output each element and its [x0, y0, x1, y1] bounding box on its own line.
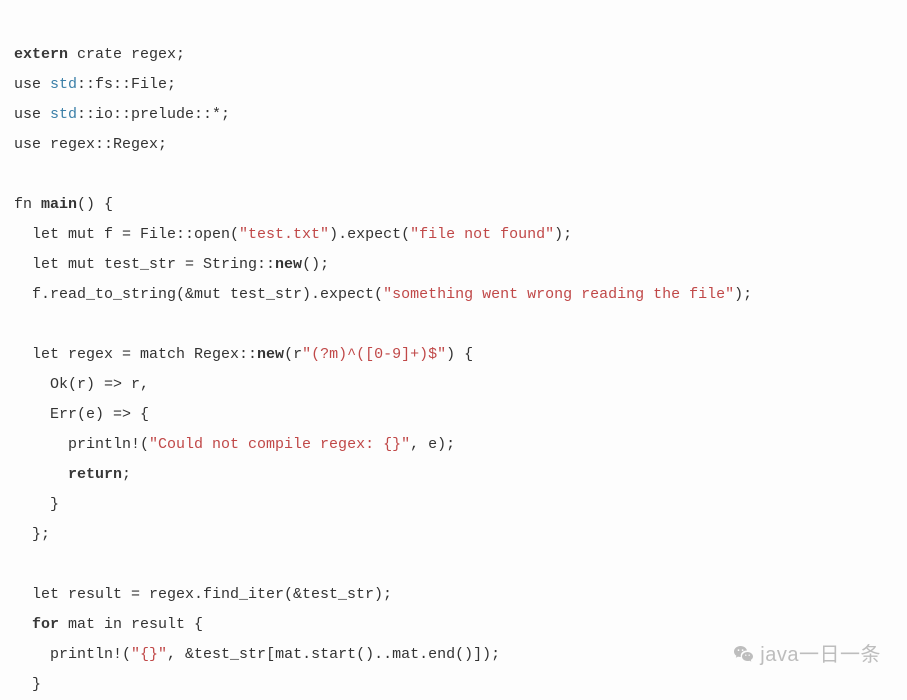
code-text: let mut f = File::open(: [14, 226, 239, 243]
code-text: crate regex;: [68, 46, 185, 63]
code-text: };: [14, 526, 50, 543]
code-text: ;: [122, 466, 131, 483]
watermark: java一日一条: [732, 640, 881, 670]
code-text: println!(: [14, 646, 131, 663]
code-text: }: [14, 496, 59, 513]
code-text: ).expect(: [329, 226, 410, 243]
string-literal: "test.txt": [239, 226, 329, 243]
code-text: [14, 466, 68, 483]
code-text: () {: [77, 196, 113, 213]
fn-new: new: [275, 256, 302, 273]
string-literal: "something went wrong reading the file": [383, 286, 734, 303]
code-text: }: [14, 676, 41, 693]
fn-main: main: [41, 196, 77, 213]
string-literal: "file not found": [410, 226, 554, 243]
type-std: std: [50, 106, 77, 123]
code-text: Ok(r) => r,: [14, 376, 149, 393]
code-text: );: [734, 286, 752, 303]
keyword-extern: extern: [14, 46, 68, 63]
code-text: [14, 616, 32, 633]
code-text: (r: [284, 346, 302, 363]
code-text: mat in result {: [59, 616, 203, 633]
code-text: println!(: [14, 436, 149, 453]
watermark-text: java一日一条: [760, 640, 881, 670]
code-text: ) {: [446, 346, 473, 363]
code-text: let regex = match Regex::: [14, 346, 257, 363]
code-text: Err(e) => {: [14, 406, 149, 423]
code-block: extern crate regex; use std::fs::File; u…: [0, 0, 907, 700]
code-text: use: [14, 106, 50, 123]
code-text: ();: [302, 256, 329, 273]
code-text: , e);: [410, 436, 455, 453]
code-text: f.read_to_string(&mut test_str).expect(: [14, 286, 383, 303]
code-text: fn: [14, 196, 41, 213]
keyword-return: return: [68, 466, 122, 483]
code-text: ::io::prelude::*;: [77, 106, 230, 123]
code-text: , &test_str[mat.start()..mat.end()]);: [167, 646, 500, 663]
code-text: use: [14, 76, 50, 93]
string-literal: "Could not compile regex: {}": [149, 436, 410, 453]
code-text: ::fs::File;: [77, 76, 176, 93]
keyword-for: for: [32, 616, 59, 633]
code-text: let mut test_str = String::: [14, 256, 275, 273]
type-std: std: [50, 76, 77, 93]
fn-new: new: [257, 346, 284, 363]
code-text: let result = regex.find_iter(&test_str);: [14, 586, 392, 603]
string-literal: "{}": [131, 646, 167, 663]
code-text: );: [554, 226, 572, 243]
wechat-icon: [732, 643, 756, 667]
string-literal: "(?m)^([0-9]+)$": [302, 346, 446, 363]
code-text: use regex::Regex;: [14, 136, 167, 153]
